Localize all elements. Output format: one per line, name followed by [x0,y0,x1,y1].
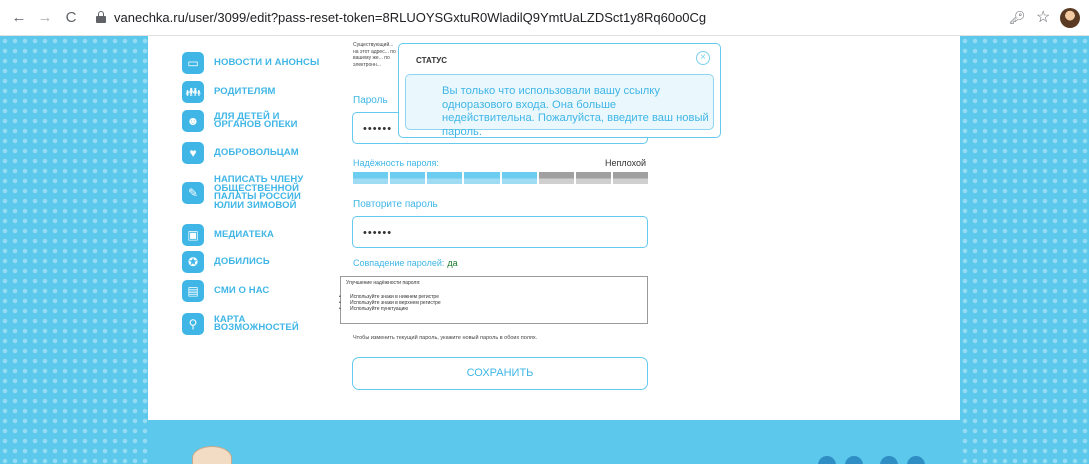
password-tips-box: Улучшение надёжности пароля: Используйте… [339,276,648,324]
strength-segment [353,172,391,184]
strength-label: Надёжность пароля: [353,158,439,168]
footer [148,420,960,464]
match-label: Совпадение паролей: [353,258,445,268]
strength-segment [538,172,576,184]
tv-icon: ▭ [182,52,204,74]
sidebar-item-volunteers[interactable]: ♥ ДОБРОВОЛЬЦАМ [182,142,299,164]
reload-icon[interactable]: C [62,9,80,27]
status-modal: СТАТУС × Вы только что использовали вашу… [398,43,721,138]
close-circle-icon[interactable]: × [696,51,710,65]
status-message-box: Вы только что использовали вашу ссылку о… [405,74,714,138]
tip-item: Используйте пунктуацию [339,306,643,312]
strength-segment [427,172,465,184]
star-icon[interactable]: ☆ [1036,7,1050,27]
sidebar-item-write-member[interactable]: ✎ НАПИСАТЬ ЧЛЕНУ ОБЩЕСТВЕННОЙ ПАЛАТЫ РОС… [182,174,304,211]
sidebar-item-achieved[interactable]: ✪ ДОБИЛИСЬ [182,251,270,273]
strength-segment [575,172,613,184]
sidebar-item-press[interactable]: ▤ СМИ О НАС [182,280,269,302]
sidebar-item-news[interactable]: ▭ НОВОСТИ И АНОНСЫ [182,52,319,74]
sidebar-item-map[interactable]: ⚲ КАРТА ВОЗМОЖНОСТЕЙ [182,313,299,335]
sidebar-item-label: НОВОСТИ И АНОНСЫ [214,56,320,68]
status-message: Вы только что использовали вашу ссылку о… [442,85,709,138]
match-value: да [447,258,458,268]
book-icon: ▤ [182,280,204,302]
back-arrow-icon[interactable]: ← [10,9,28,27]
lock-icon[interactable] [96,11,106,23]
change-password-hint: Чтобы изменить текущий пароль, укажите н… [353,335,538,341]
password-label: Пароль [353,95,388,106]
sidebar-item-label: ДОБИЛИСЬ [214,255,270,267]
strength-segment [612,172,648,184]
intro-text: Существующий... на этот адрес... по ваше… [353,42,396,68]
media-icon: ▣ [182,224,204,246]
strength-segment [501,172,539,184]
strength-segment [464,172,502,184]
avatar[interactable] [1060,8,1080,28]
browser-toolbar: ← → C vanechka.ru/user/3099/edit?pass-re… [0,0,1089,36]
strength-meter [353,172,648,184]
strength-segment [390,172,428,184]
key-icon[interactable]: 🔑︎ [1009,10,1026,26]
sidebar-item-children[interactable]: ☻ ДЛЯ ДЕТЕЙ И ОРГАНОВ ОПЕКИ [182,110,298,132]
sidebar-item-label: МЕДИАТЕКА [214,228,274,240]
sidebar-item-media[interactable]: ▣ МЕДИАТЕКА [182,224,274,246]
sidebar-item-label: ДОБРОВОЛЬЦАМ [214,146,299,158]
sidebar-item-label: СМИ О НАС [214,284,270,296]
sidebar-item-parents[interactable]: 👪︎ РОДИТЕЛЯМ [182,81,276,103]
sidebar-item-label: НАПИСАТЬ ЧЛЕНУ ОБЩЕСТВЕННОЙ ПАЛАТЫ РОССИ… [214,174,304,211]
sidebar-item-label: РОДИТЕЛЯМ [214,85,276,97]
password-match: Совпадение паролей: да [353,258,458,268]
address-bar[interactable]: vanechka.ru/user/3099/edit?pass-reset-to… [114,10,706,25]
background-pattern-left [0,36,148,464]
confirm-password-field[interactable]: •••••• [352,216,648,248]
sidebar-item-label: КАРТА ВОЗМОЖНОСТЕЙ [214,313,299,333]
pen-icon: ✎ [182,182,204,204]
sidebar-item-label: ДЛЯ ДЕТЕЙ И ОРГАНОВ ОПЕКИ [214,110,298,130]
modal-title: СТАТУС [416,56,447,65]
strength-value: Неплохой [605,158,647,168]
children-icon: ☻ [182,110,204,132]
save-button[interactable]: СОХРАНИТЬ [352,357,648,390]
family-icon: 👪︎ [182,81,204,103]
mascot-logo [192,446,232,464]
forward-arrow-icon[interactable]: → [36,9,54,27]
award-icon: ✪ [182,251,204,273]
heart-icon: ♥ [182,142,204,164]
tips-title: Улучшение надёжности пароля: [346,280,421,286]
confirm-password-label: Повторите пароль [353,199,438,210]
background-pattern-right [960,36,1089,464]
map-pin-icon: ⚲ [182,313,204,335]
